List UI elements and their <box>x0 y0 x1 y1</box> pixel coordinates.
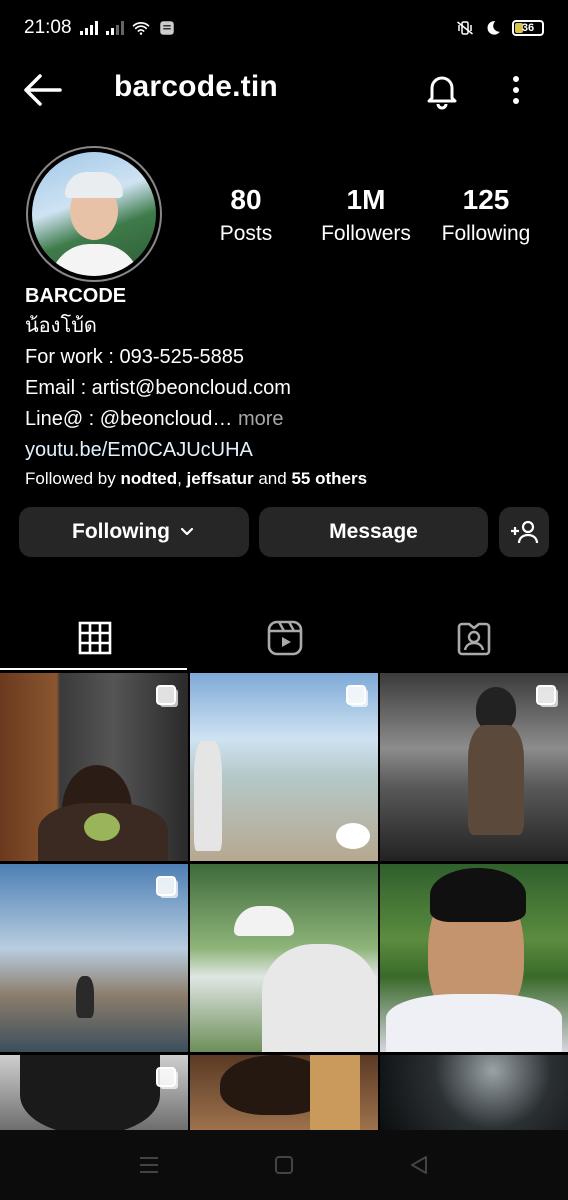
message-button-label: Message <box>329 520 418 543</box>
following-button[interactable]: Following <box>19 507 249 557</box>
active-tab-indicator <box>0 668 187 670</box>
post-thumbnail[interactable] <box>380 1055 568 1133</box>
post-thumbnail[interactable] <box>190 1055 378 1133</box>
home-icon[interactable] <box>273 1154 295 1176</box>
recent-apps-icon[interactable] <box>138 1154 160 1176</box>
battery-level: 36 <box>521 22 535 34</box>
tagged-icon <box>457 622 490 656</box>
status-time: 21:08 <box>24 17 72 38</box>
posts-grid <box>0 673 568 1133</box>
bio-more-link[interactable]: more <box>238 408 284 430</box>
post-thumbnail[interactable] <box>0 864 188 1052</box>
notification-bell-icon[interactable] <box>422 70 462 110</box>
bio-nickname: น้องโบ้ด <box>25 315 97 337</box>
multiple-photos-icon <box>156 876 176 896</box>
back-arrow-icon[interactable] <box>22 72 62 108</box>
multiple-photos-icon <box>346 685 366 705</box>
followed-by[interactable]: Followed by nodted, jeffsatur and 55 oth… <box>25 466 555 492</box>
reels-icon <box>267 620 302 656</box>
posts-count: 80 <box>230 184 262 215</box>
post-thumbnail[interactable] <box>190 864 378 1052</box>
following-button-label: Following <box>72 520 170 543</box>
grid-icon <box>78 621 111 655</box>
post-thumbnail[interactable] <box>190 673 378 861</box>
vibrate-icon <box>457 21 473 35</box>
signal-icon <box>79 21 98 35</box>
following-stat[interactable]: 125 Following <box>436 184 536 246</box>
add-person-icon <box>511 520 539 544</box>
avatar-photo <box>32 152 156 276</box>
multiple-photos-icon <box>156 1067 176 1087</box>
tab-posts-grid[interactable] <box>0 606 189 670</box>
battery-icon: 36 <box>512 20 544 36</box>
post-thumbnail[interactable] <box>380 864 568 1052</box>
followed-by-user-1: nodted <box>120 469 178 488</box>
profile-top-bar: barcode.tin <box>0 60 568 120</box>
profile-tabs <box>0 606 568 670</box>
tab-reels[interactable] <box>190 606 379 670</box>
message-button[interactable]: Message <box>259 507 488 557</box>
wifi-icon <box>132 22 149 35</box>
followers-count: 1M <box>346 184 386 215</box>
bio-line-text: Line@ : @beoncloud… <box>25 408 233 430</box>
chevron-down-icon <box>180 527 194 536</box>
followers-stat[interactable]: 1M Followers <box>316 184 416 246</box>
app-notification-icon <box>159 21 174 35</box>
multiple-photos-icon <box>156 685 176 705</box>
bio-line: Line@ : @beoncloud… more <box>25 404 555 435</box>
multiple-photos-icon <box>536 685 556 705</box>
followed-by-separator: , <box>177 469 187 488</box>
following-count: 125 <box>462 184 510 215</box>
more-options-icon[interactable] <box>506 72 526 108</box>
followed-by-others: 55 others <box>291 469 368 488</box>
followers-label: Followers <box>321 222 411 245</box>
followed-by-prefix: Followed by <box>25 469 121 488</box>
post-thumbnail[interactable] <box>380 673 568 861</box>
posts-stat[interactable]: 80 Posts <box>206 184 286 246</box>
profile-username: barcode.tin <box>114 70 278 103</box>
post-thumbnail[interactable] <box>0 673 188 861</box>
system-navigation-bar <box>0 1130 568 1200</box>
post-thumbnail[interactable] <box>0 1055 188 1133</box>
posts-label: Posts <box>219 222 273 245</box>
status-bar: 21:08 36 <box>0 0 568 56</box>
tab-tagged[interactable] <box>379 606 568 670</box>
bio-external-link[interactable]: youtu.be/Em0CAJUcUHA <box>25 435 555 466</box>
profile-avatar[interactable] <box>26 146 162 282</box>
display-name: BARCODE <box>25 285 127 307</box>
followed-by-and: and <box>253 469 292 488</box>
suggest-people-button[interactable] <box>499 507 549 557</box>
back-nav-icon[interactable] <box>408 1154 430 1176</box>
profile-bio: BARCODE น้องโบ้ด For work : 093-525-5885… <box>25 285 555 492</box>
bio-email: Email : artist@beoncloud.com <box>25 377 291 399</box>
following-label: Following <box>441 222 531 245</box>
followed-by-user-2: jeffsatur <box>186 469 254 488</box>
signal-secondary-icon <box>105 21 124 35</box>
bio-work: For work : 093-525-5885 <box>25 346 245 368</box>
moon-icon <box>487 21 500 35</box>
